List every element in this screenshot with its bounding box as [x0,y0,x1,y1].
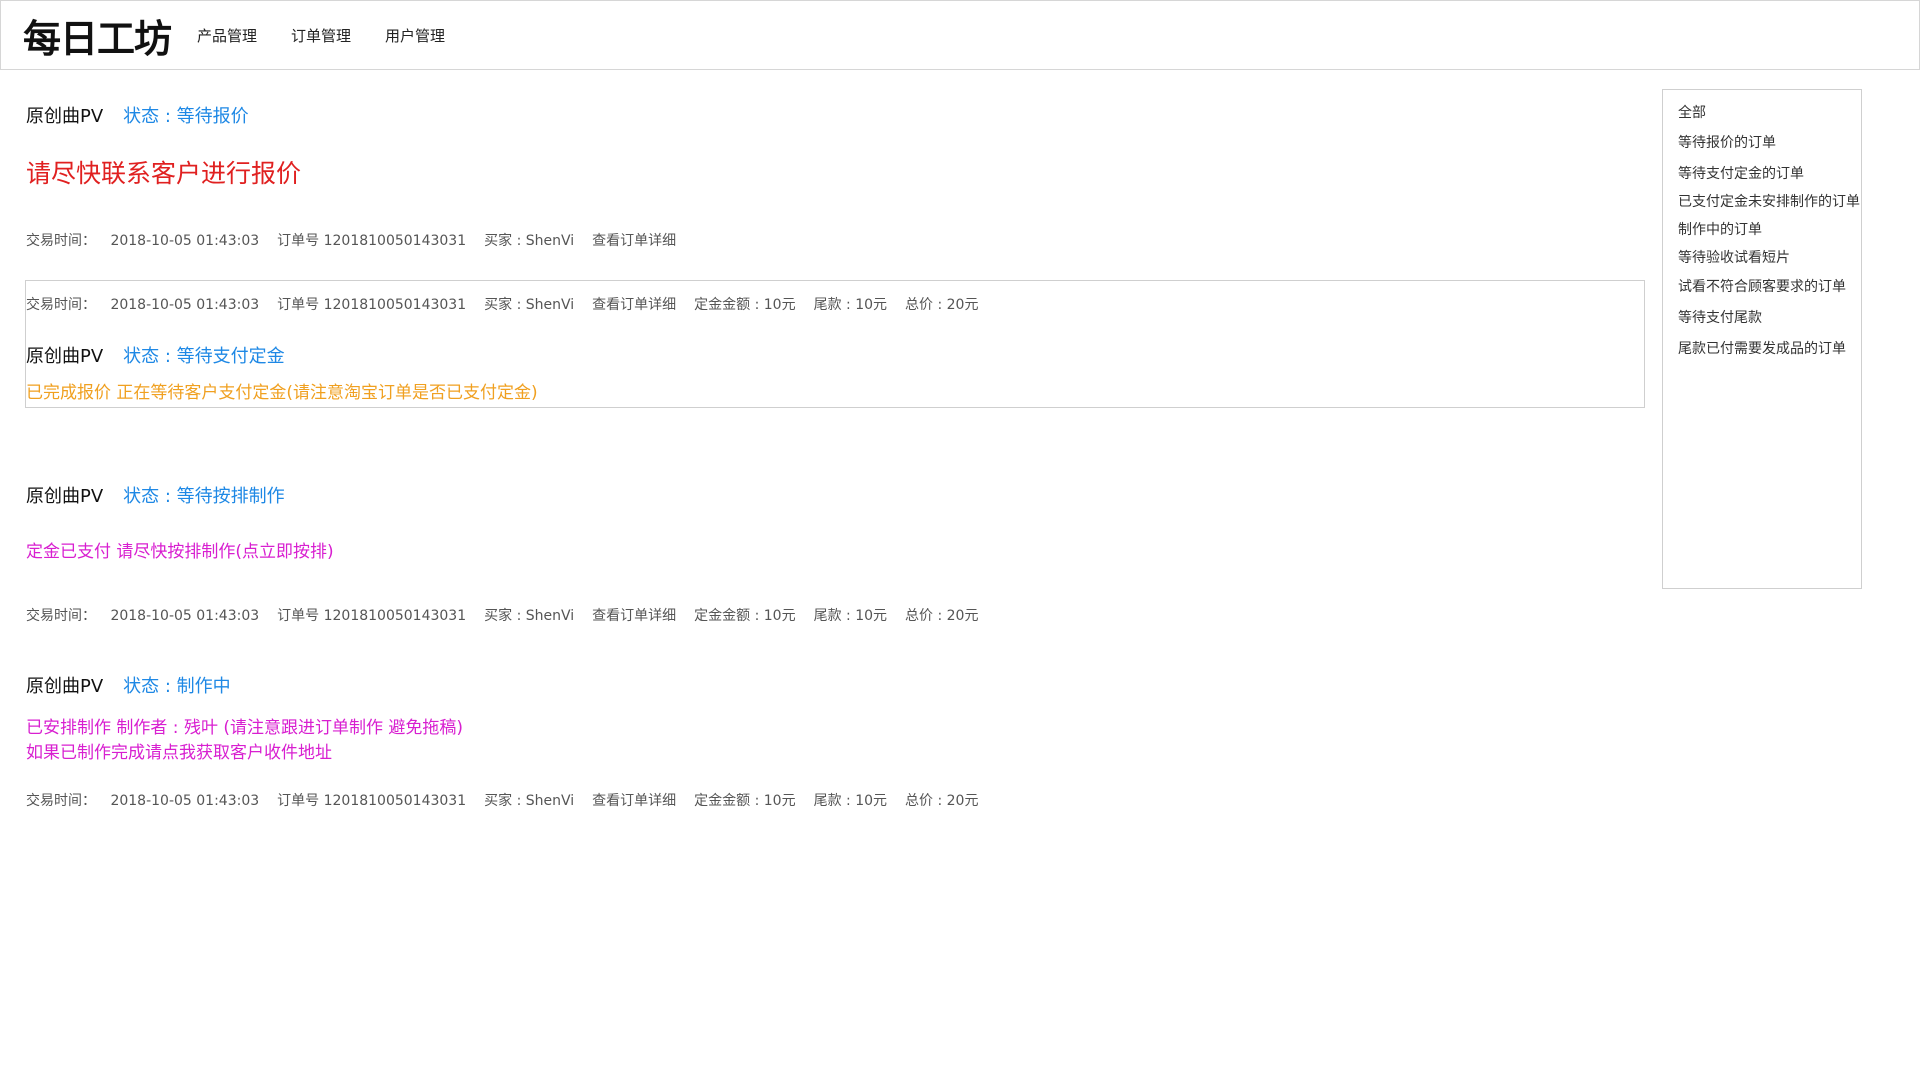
trade-time: 交易时间： 2018-10-05 01:43:03 [26,605,259,625]
view-order-detail-link[interactable]: 查看订单详细 [592,790,676,810]
balance-amount: 尾款 : 10元 [813,608,888,624]
trade-time: 交易时间： 2018-10-05 01:43:03 [26,294,259,314]
order-card: 原创曲PV 状态 : 制作中 已安排制作 制作者 : 残叶 (请注意跟进订单制作… [26,672,1646,810]
order-number: 订单号 1201810050143031 [277,297,467,313]
product-name: 原创曲PV [26,676,104,697]
view-order-detail-link[interactable]: 查看订单详细 [592,605,676,625]
trade-time-value: 2018-10-05 01:43:03 [110,793,260,809]
filter-item-awaiting-preview-approval[interactable]: 等待验收试看短片 [1678,247,1790,267]
buyer-name: 买家 : ShenVi [484,793,575,809]
order-title-line: 原创曲PV 状态 : 制作中 [26,672,1646,698]
top-navigation-bar: 每日工坊 产品管理 订单管理 用户管理 [0,0,1920,70]
buyer-name: 买家 : ShenVi [484,608,575,624]
balance-amount: 尾款 : 10元 [813,793,888,809]
trade-time-label: 交易时间： [26,297,96,313]
order-hint: 已完成报价 正在等待客户支付定金(请注意淘宝订单是否已支付定金) [26,383,538,403]
filter-item-deposit-paid-unscheduled[interactable]: 已支付定金未安排制作的订单 [1678,191,1860,211]
logo-text: 每日工坊 [23,16,172,61]
view-order-detail-link[interactable]: 查看订单详细 [592,230,676,250]
order-meta: 交易时间： 2018-10-05 01:43:03 订单号 1201810050… [26,790,1646,810]
filter-item-preview-rejected[interactable]: 试看不符合顾客要求的订单 [1678,276,1846,296]
product-name: 原创曲PV [26,106,104,127]
order-title-line: 原创曲PV 状态 : 等待支付定金 [26,342,1646,368]
nav-item-products[interactable]: 产品管理 [197,25,257,46]
trade-time-label: 交易时间： [26,793,96,809]
order-hint: 已安排制作 制作者 : 残叶 (请注意跟进订单制作 避免拖稿) [26,718,464,738]
schedule-production-link[interactable]: 定金已支付 请尽快按排制作(点立即按排) [26,540,1646,565]
order-meta: 交易时间： 2018-10-05 01:43:03 订单号 1201810050… [26,294,1646,314]
filter-item-balance-paid-ship[interactable]: 尾款已付需要发成品的订单 [1678,338,1846,358]
order-hint: 请尽快联系客户进行报价 [26,159,302,188]
product-name: 原创曲PV [26,346,104,367]
product-name: 原创曲PV [26,486,104,507]
brand-logo[interactable]: 每日工坊 [23,13,172,61]
deposit-amount: 定金金额 : 10元 [694,793,796,809]
filter-item-in-production[interactable]: 制作中的订单 [1678,219,1762,239]
trade-time-value: 2018-10-05 01:43:03 [110,233,260,249]
balance-amount: 尾款 : 10元 [813,297,888,313]
deposit-amount: 定金金额 : 10元 [694,608,796,624]
nav-item-users[interactable]: 用户管理 [385,25,445,46]
order-status: 状态 : 等待按排制作 [123,486,285,507]
order-meta: 交易时间： 2018-10-05 01:43:03 订单号 1201810050… [26,230,1646,250]
order-card: 原创曲PV 状态 : 等待按排制作 定金已支付 请尽快按排制作(点立即按排) 交… [26,482,1646,625]
order-title-line: 原创曲PV 状态 : 等待按排制作 [26,482,1646,508]
trade-time-value: 2018-10-05 01:43:03 [110,608,260,624]
order-number: 订单号 1201810050143031 [277,793,467,809]
order-card: 交易时间： 2018-10-05 01:43:03 订单号 1201810050… [26,294,1646,403]
trade-time-label: 交易时间： [26,233,96,249]
order-status: 状态 : 等待报价 [123,106,249,127]
trade-time-label: 交易时间： [26,608,96,624]
filter-item-all[interactable]: 全部 [1678,102,1706,122]
trade-time: 交易时间： 2018-10-05 01:43:03 [26,230,259,250]
view-order-detail-link[interactable]: 查看订单详细 [592,294,676,314]
nav-item-orders[interactable]: 订单管理 [291,25,351,46]
total-price: 总价 : 20元 [905,297,979,313]
filter-item-awaiting-quote[interactable]: 等待报价的订单 [1678,132,1776,152]
order-number: 订单号 1201810050143031 [277,608,467,624]
buyer-name: 买家 : ShenVi [484,233,575,249]
total-price: 总价 : 20元 [905,793,979,809]
get-shipping-address-link[interactable]: 如果已制作完成请点我获取客户收件地址 [26,741,1646,766]
buyer-name: 买家 : ShenVi [484,297,575,313]
order-meta: 交易时间： 2018-10-05 01:43:03 订单号 1201810050… [26,605,1646,625]
main-nav: 产品管理 订单管理 用户管理 [197,25,445,46]
trade-time-value: 2018-10-05 01:43:03 [110,297,260,313]
order-status: 状态 : 等待支付定金 [123,346,285,367]
order-card: 原创曲PV 状态 : 等待报价 请尽快联系客户进行报价 交易时间： 2018-1… [26,102,1646,250]
trade-time: 交易时间： 2018-10-05 01:43:03 [26,790,259,810]
filter-item-awaiting-deposit[interactable]: 等待支付定金的订单 [1678,163,1804,183]
total-price: 总价 : 20元 [905,608,979,624]
filter-item-awaiting-balance[interactable]: 等待支付尾款 [1678,307,1762,327]
order-number: 订单号 1201810050143031 [277,233,467,249]
deposit-amount: 定金金额 : 10元 [694,297,796,313]
order-status: 状态 : 制作中 [123,676,231,697]
order-filter-sidebar: 全部 等待报价的订单 等待支付定金的订单 已支付定金未安排制作的订单 制作中的订… [1662,89,1862,589]
order-title-line: 原创曲PV 状态 : 等待报价 [26,102,1646,128]
